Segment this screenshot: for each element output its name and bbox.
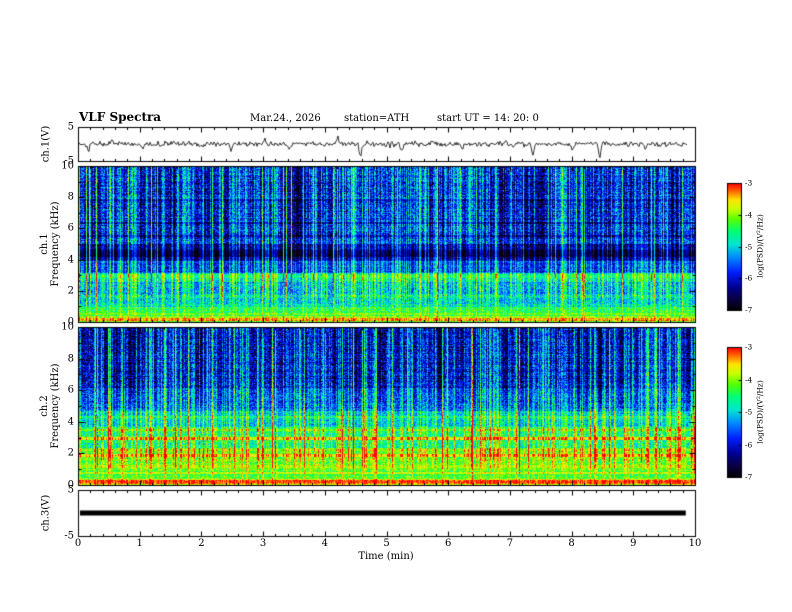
y-tick-label: 6 bbox=[67, 222, 74, 234]
y-tick-label: 6 bbox=[67, 384, 74, 396]
y-tick-label: 8 bbox=[67, 191, 74, 203]
colorbar-tick-label: -5 bbox=[745, 242, 753, 251]
page-title: VLF Spectra bbox=[79, 110, 162, 124]
y-tick-label: 0 bbox=[67, 479, 74, 491]
colorbar-tick-label: -4 bbox=[745, 210, 753, 220]
colorbar-tick-label: -3 bbox=[745, 342, 753, 352]
colorbar-tick-label: -5 bbox=[745, 407, 753, 417]
ch1-axis-label-line2: Frequency (kHz) bbox=[50, 201, 61, 287]
ch3-voltage-axis-label: ch.3(V) bbox=[40, 494, 52, 532]
x-tick-label: 1 bbox=[136, 538, 143, 549]
colorbar-tick-label: -4 bbox=[745, 375, 753, 384]
y-tick-label: 2 bbox=[67, 285, 74, 297]
x-tick-label: 7 bbox=[506, 538, 514, 549]
start-ut-label: start UT = 14: 20: 0 bbox=[437, 113, 539, 124]
vlf-spectra-figure: VLF Spectra Mar.24., 2026 station=ATH st… bbox=[0, 0, 792, 612]
station-label: station=ATH bbox=[344, 113, 410, 124]
ch1-voltage-axis-label: ch.1(V) bbox=[40, 125, 52, 163]
x-tick-label: 5 bbox=[383, 538, 390, 549]
x-tick-label: 2 bbox=[198, 538, 205, 549]
ch2-axis-label-line2: Frequency (kHz) bbox=[50, 363, 61, 449]
x-tick-label: 0 bbox=[74, 538, 82, 549]
y-tick-label: 10 bbox=[61, 160, 74, 172]
x-tick-label: 3 bbox=[259, 538, 267, 549]
x-tick-label: 9 bbox=[630, 538, 637, 549]
ch2-frequency-axis-label: ch.2 Frequency (kHz) bbox=[39, 363, 61, 448]
y-tick-label: 4 bbox=[67, 416, 74, 428]
ch1-axis-label-line1: ch.1 bbox=[39, 233, 50, 255]
figure-canvas bbox=[0, 0, 792, 612]
colorbar2-units-label: log(PSD)/(V²/Hz) bbox=[755, 380, 765, 444]
x-tick-label: 6 bbox=[445, 538, 452, 549]
x-tick-label: 4 bbox=[321, 538, 328, 549]
ch1-frequency-axis-label: ch.1 Frequency (kHz) bbox=[39, 201, 61, 286]
colorbar-tick-label: -6 bbox=[745, 440, 753, 449]
y-tick-label: 2 bbox=[67, 447, 74, 459]
y-tick-label: 10 bbox=[61, 321, 74, 333]
x-tick-label: 10 bbox=[688, 538, 702, 549]
colorbar-tick-label: -7 bbox=[745, 305, 753, 315]
y-tick-label: 5 bbox=[67, 121, 74, 133]
y-tick-label: 8 bbox=[67, 353, 74, 365]
x-tick-label: 8 bbox=[568, 538, 575, 549]
ch2-axis-label-line1: ch.2 bbox=[39, 395, 50, 417]
colorbar-tick-label: -7 bbox=[745, 472, 753, 482]
date-label: Mar.24., 2026 bbox=[250, 113, 321, 124]
colorbar1-units-label: log(PSD)/(V²/Hz) bbox=[755, 214, 765, 278]
colorbar-tick-label: -6 bbox=[745, 273, 753, 283]
colorbar-tick-label: -3 bbox=[745, 178, 753, 188]
y-tick-label: 4 bbox=[67, 254, 74, 266]
time-axis-label: Time (min) bbox=[358, 551, 414, 562]
y-tick-label: -5 bbox=[64, 530, 74, 542]
